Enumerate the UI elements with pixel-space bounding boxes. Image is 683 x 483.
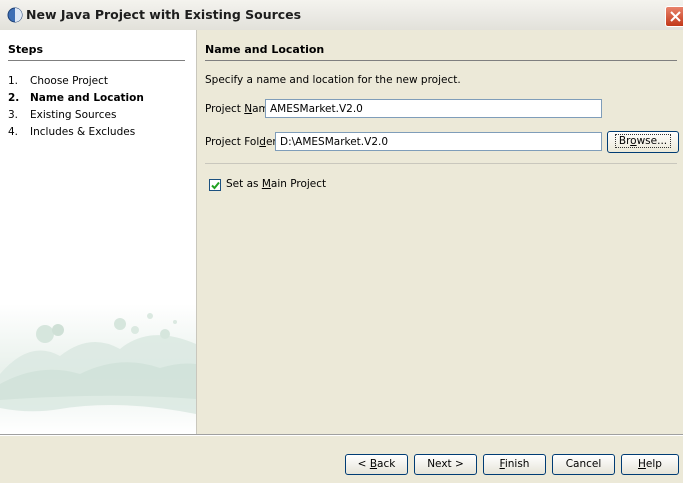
title-bar[interactable]: New Java Project with Existing Sources: [0, 0, 683, 31]
project-name-input[interactable]: [265, 99, 602, 118]
decorative-landscape-art: [0, 304, 196, 434]
steps-divider: [8, 60, 185, 61]
wizard-dialog: New Java Project with Existing Sources S…: [0, 0, 683, 483]
step-item: 1. Choose Project: [8, 75, 108, 87]
step-label: Choose Project: [30, 75, 109, 87]
step-label: Includes & Excludes: [30, 126, 136, 138]
footer-divider-highlight: [0, 435, 683, 436]
set-main-project-label[interactable]: Set as Main Project: [226, 178, 326, 190]
java-project-icon: [7, 7, 23, 23]
browse-button[interactable]: Browse...: [607, 131, 679, 153]
step-number: 2.: [8, 92, 20, 104]
content-panel: Name and Location Specify a name and loc…: [197, 30, 683, 434]
page-description: Specify a name and location for the new …: [205, 74, 461, 86]
checkmark-icon: [211, 181, 220, 190]
step-item-current: 2. Name and Location: [8, 92, 144, 104]
step-number: 4.: [8, 126, 19, 138]
section-divider: [205, 60, 677, 61]
close-icon: [670, 11, 681, 22]
project-folder-label: Project Folder:: [205, 136, 281, 148]
steps-heading: Steps: [8, 43, 44, 56]
step-item: 3. Existing Sources: [8, 109, 116, 121]
cancel-button[interactable]: Cancel: [552, 454, 615, 475]
set-main-project-checkbox[interactable]: [209, 179, 221, 191]
project-folder-input[interactable]: [275, 132, 602, 151]
step-label: Name and Location: [30, 92, 144, 104]
page-title: Name and Location: [205, 43, 325, 56]
close-button[interactable]: [665, 6, 683, 27]
step-number: 3.: [8, 109, 19, 121]
back-button[interactable]: < Back: [345, 454, 408, 475]
step-label: Existing Sources: [30, 109, 117, 121]
step-number: 1.: [8, 75, 19, 87]
steps-panel: Steps 1. Choose Project 2. Name and Locati…: [0, 30, 197, 434]
content-divider: [205, 163, 677, 164]
step-item: 4. Includes & Excludes: [8, 126, 135, 138]
next-button[interactable]: Next >: [414, 454, 477, 475]
finish-button[interactable]: Finish: [483, 454, 546, 475]
window-title: New Java Project with Existing Sources: [26, 7, 302, 22]
help-button[interactable]: Help: [621, 454, 679, 475]
